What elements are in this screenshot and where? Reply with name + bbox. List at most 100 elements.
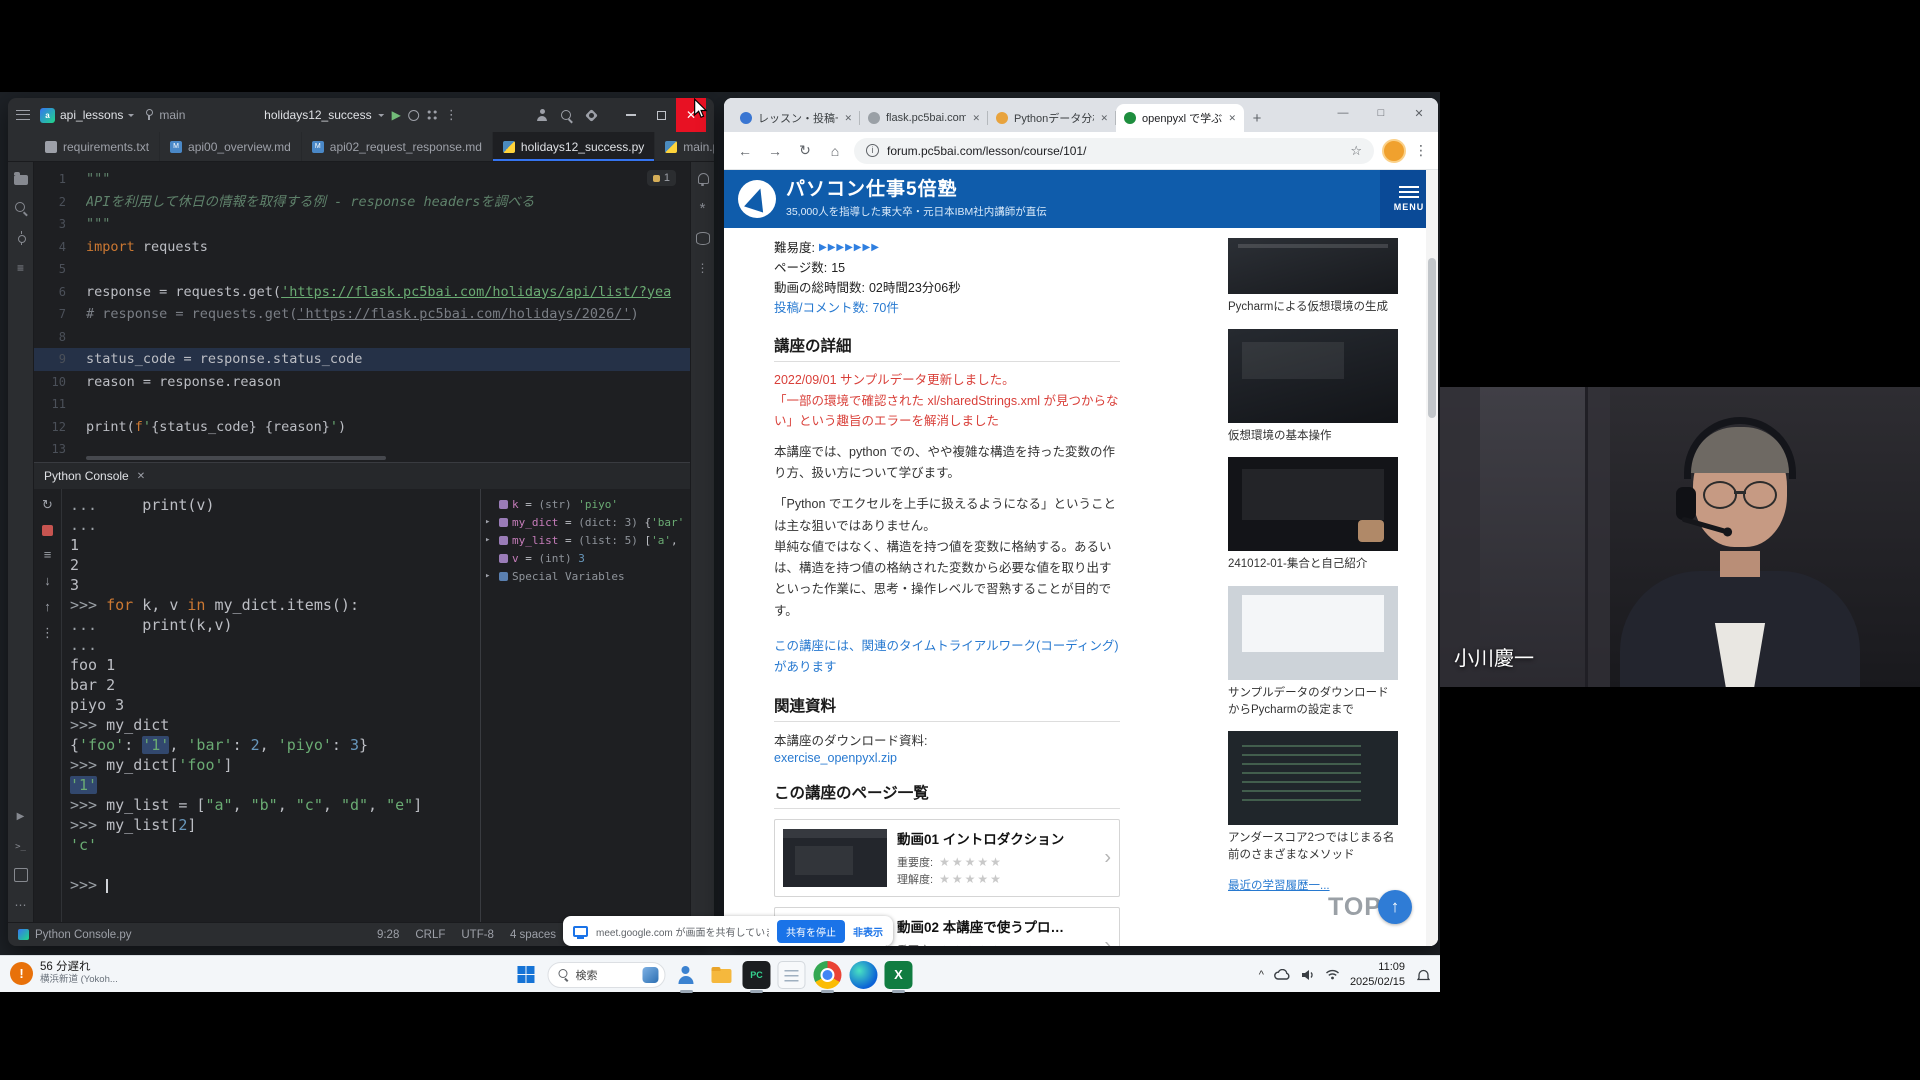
- run-icon[interactable]: [14, 808, 28, 822]
- variable-row[interactable]: v = (int) 3: [485, 549, 686, 567]
- database-icon[interactable]: [696, 232, 710, 245]
- run-config-name[interactable]: holidays12_success: [264, 108, 371, 122]
- people-taskbar-icon[interactable]: [672, 961, 700, 989]
- related-video-item[interactable]: Pycharmによる仮想環境の生成: [1228, 238, 1398, 316]
- bookmark-star-icon[interactable]: ☆: [1350, 143, 1362, 159]
- tab-close-icon[interactable]: ✕: [844, 113, 852, 124]
- more-icon[interactable]: [14, 898, 28, 912]
- status-item[interactable]: CRLF: [415, 929, 445, 941]
- variable-row[interactable]: k = (str) 'piyo': [485, 495, 686, 513]
- variable-row[interactable]: ▸Special Variables: [485, 567, 686, 585]
- scroll-down-icon[interactable]: [40, 573, 55, 588]
- horizontal-scrollbar[interactable]: [86, 456, 680, 460]
- run-more-menu-icon[interactable]: ⋮: [445, 107, 458, 123]
- minimize-button[interactable]: [616, 98, 646, 132]
- editor-tab[interactable]: api00_overview.md: [160, 132, 302, 161]
- editor-tab[interactable]: api02_request_response.md: [302, 132, 493, 161]
- excel-taskbar-icon[interactable]: [884, 961, 912, 989]
- maximize-button[interactable]: □: [1362, 98, 1400, 128]
- variable-row[interactable]: ▸my_dict = (dict: 3) {'bar': 2, 'foo': '…: [485, 513, 686, 531]
- variable-row[interactable]: ▸my_list = (list: 5) ['a', 'b', 'c', 'd'…: [485, 531, 686, 549]
- more-icon[interactable]: [40, 625, 55, 640]
- back-button[interactable]: [734, 143, 756, 159]
- explorer-taskbar-icon[interactable]: [707, 961, 735, 989]
- editor-tab[interactable]: holidays12_success.py: [493, 132, 655, 161]
- notification-bell-icon[interactable]: [1417, 968, 1430, 982]
- status-item[interactable]: 4 spaces: [510, 929, 556, 941]
- chrome-taskbar-icon[interactable]: [813, 961, 841, 989]
- start-button[interactable]: [517, 966, 534, 983]
- notifications-icon[interactable]: [696, 172, 710, 186]
- browser-tab[interactable]: openpyxl で学ぶ py✕: [1116, 104, 1244, 132]
- chevron-down-icon[interactable]: [379, 114, 385, 120]
- minimize-button[interactable]: —: [1324, 98, 1362, 128]
- speaker-icon[interactable]: [1301, 969, 1315, 981]
- status-item[interactable]: UTF-8: [461, 929, 494, 941]
- ai-assistant-icon[interactable]: [696, 202, 710, 216]
- course-info-row[interactable]: 投稿/コメント数:70件: [774, 298, 1120, 318]
- project-widget[interactable]: a api_lessons: [40, 108, 134, 123]
- url-text[interactable]: forum.pc5bai.com/lesson/course/101/: [887, 144, 1342, 158]
- console-output[interactable]: ... print(v)...123>>> for k, v in my_dic…: [62, 489, 480, 922]
- hide-bar-link[interactable]: 非表示: [853, 924, 883, 939]
- lesson-card[interactable]: 動画01 イントロダクション重要度:★★★★★理解度:★★★★★›: [774, 819, 1120, 897]
- code-with-me-icon[interactable]: [536, 109, 548, 121]
- editor-tab[interactable]: requirements.txt: [35, 132, 160, 161]
- site-info-icon[interactable]: i: [866, 144, 879, 157]
- close-icon[interactable]: ✕: [137, 471, 145, 482]
- page-scrollbar[interactable]: [1426, 170, 1438, 946]
- browser-tab[interactable]: flask.pc5bai.com/h✕: [860, 104, 988, 132]
- expand-arrow-icon[interactable]: ▸: [485, 535, 495, 545]
- more-icon[interactable]: [696, 261, 710, 275]
- more-run-options-icon[interactable]: [426, 109, 438, 121]
- tab-close-icon[interactable]: ✕: [1228, 113, 1236, 124]
- python-console-icon[interactable]: [14, 838, 28, 852]
- reload-button[interactable]: [794, 142, 816, 159]
- related-video-item[interactable]: 仮想環境の基本操作: [1228, 329, 1398, 445]
- project-icon[interactable]: [14, 175, 28, 185]
- structure-icon[interactable]: [14, 261, 28, 275]
- expand-arrow-icon[interactable]: ▸: [485, 571, 495, 581]
- run-button[interactable]: ▶: [392, 108, 401, 122]
- forward-button[interactable]: [764, 143, 786, 159]
- widgets-button[interactable]: ! 56 分遅れ 横浜新道 (Yokoh...: [10, 960, 118, 986]
- status-file-name[interactable]: Python Console.py: [35, 929, 132, 941]
- taskbar-clock[interactable]: 11:09 2025/02/15: [1350, 960, 1405, 989]
- new-tab-button[interactable]: +: [1244, 105, 1270, 131]
- related-video-item[interactable]: アンダースコア2つではじまる名前のさまざまなメソッド: [1228, 731, 1398, 863]
- profile-avatar[interactable]: [1382, 139, 1406, 163]
- debug-button[interactable]: [408, 110, 419, 121]
- edge-taskbar-icon[interactable]: [849, 961, 877, 989]
- home-button[interactable]: [824, 143, 846, 159]
- back-to-top-button[interactable]: TOP ↑: [1328, 890, 1412, 924]
- address-bar[interactable]: i forum.pc5bai.com/lesson/course/101/ ☆: [854, 138, 1374, 164]
- taskbar-search[interactable]: 検索: [547, 962, 665, 988]
- site-brand[interactable]: パソコン仕事5倍塾: [786, 179, 1047, 202]
- search-everywhere-icon[interactable]: [560, 109, 573, 122]
- tab-close-icon[interactable]: ✕: [972, 113, 980, 124]
- related-video-item[interactable]: サンプルデータのダウンロードからPycharmの設定まで: [1228, 586, 1398, 718]
- tab-close-icon[interactable]: ✕: [1100, 113, 1108, 124]
- browser-menu-icon[interactable]: ⋮: [1414, 142, 1428, 159]
- maximize-button[interactable]: [646, 98, 676, 132]
- status-item[interactable]: 9:28: [377, 929, 399, 941]
- browser-tab[interactable]: Pythonデータ分析(✕: [988, 104, 1116, 132]
- code-editor[interactable]: 1"""2APIを利用して休日の情報を取得する例 - response head…: [34, 162, 690, 462]
- close-button[interactable]: ✕: [1400, 98, 1438, 128]
- expand-arrow-icon[interactable]: ▸: [485, 517, 495, 527]
- onedrive-icon[interactable]: [1274, 969, 1291, 981]
- search-icon[interactable]: [14, 201, 28, 215]
- console-tab-label[interactable]: Python Console: [44, 469, 129, 483]
- main-menu-icon[interactable]: [16, 110, 30, 120]
- timetrial-link[interactable]: この講座には、関連のタイムトライアルワーク(コーディング)があります: [774, 636, 1120, 679]
- download-link[interactable]: exercise_openpyxl.zip: [774, 751, 1120, 765]
- editor-tab[interactable]: main.py: [655, 132, 714, 161]
- commit-icon[interactable]: [14, 231, 28, 245]
- site-logo[interactable]: [738, 180, 776, 218]
- inspections-widget[interactable]: 1: [647, 170, 676, 186]
- stop-sharing-button[interactable]: 共有を停止: [777, 920, 845, 943]
- scroll-up-icon[interactable]: [40, 599, 55, 614]
- rerun-icon[interactable]: [40, 497, 55, 512]
- vcs-branch-widget[interactable]: main: [144, 108, 185, 122]
- stop-icon[interactable]: [42, 525, 53, 536]
